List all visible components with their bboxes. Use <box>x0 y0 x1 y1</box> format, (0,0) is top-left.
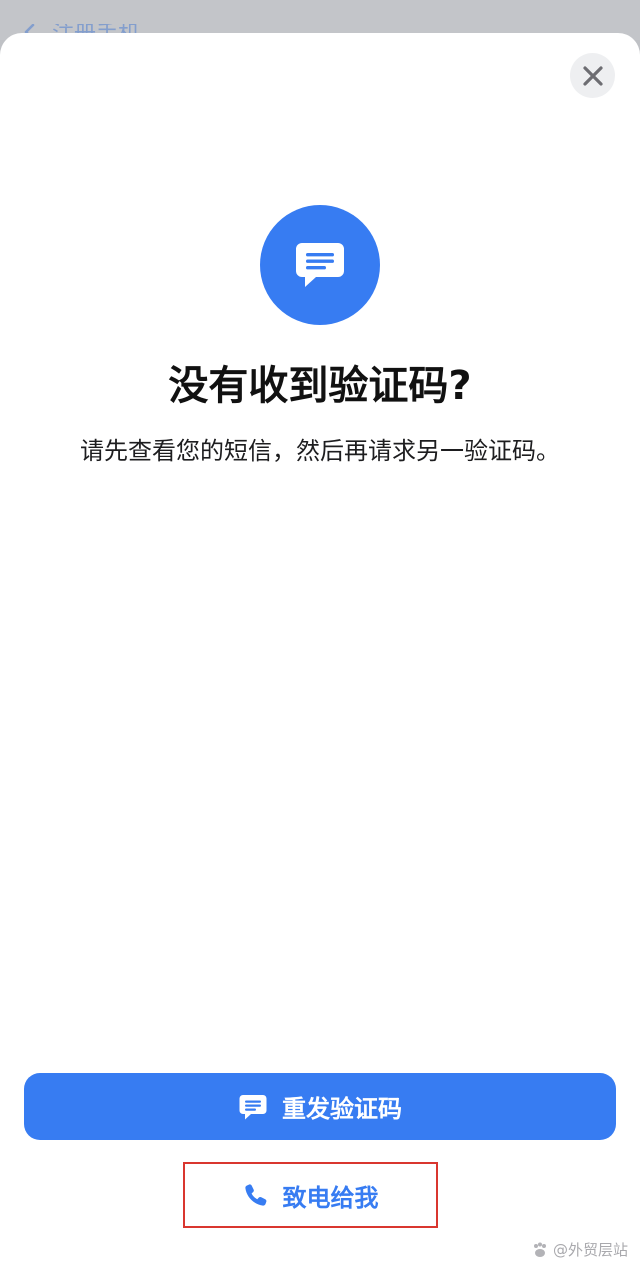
call-me-button[interactable]: 致电给我 <box>183 1162 438 1228</box>
resend-code-label: 重发验证码 <box>282 1095 402 1123</box>
watermark: @外贸层站 <box>531 1240 628 1260</box>
watermark-text: @外贸层站 <box>552 1241 628 1259</box>
message-bubble-icon <box>296 243 344 287</box>
close-button[interactable] <box>570 53 615 98</box>
call-me-label: 致电给我 <box>282 1183 379 1212</box>
page-subtitle: 请先查看您的短信，然后再请求另一验证码。 <box>80 437 560 465</box>
page-title: 没有收到验证码? <box>168 363 472 409</box>
resend-code-button[interactable]: 重发验证码 <box>24 1073 616 1140</box>
close-x-icon <box>582 65 603 86</box>
message-bubble-icon <box>239 1094 267 1119</box>
phone-icon <box>244 1184 266 1206</box>
message-hero-icon <box>260 205 380 325</box>
paw-icon <box>533 1242 546 1257</box>
